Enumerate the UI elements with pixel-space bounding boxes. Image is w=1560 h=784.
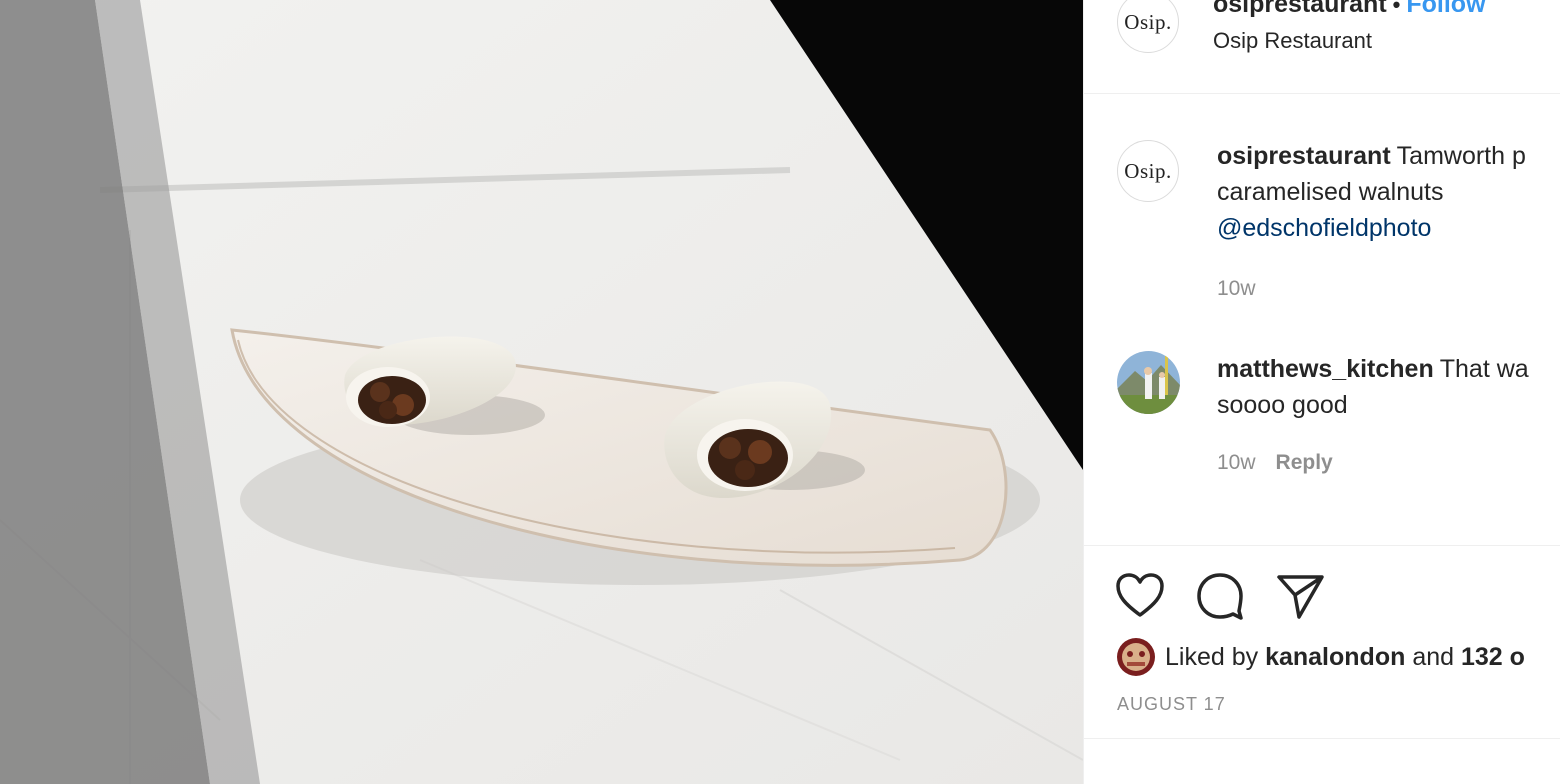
caption-line1: Tamworth p [1396,142,1526,170]
caption-avatar[interactable]: Osip. [1117,140,1179,202]
comment-meta: 10w Reply [1217,451,1333,475]
location-link[interactable]: Osip Restaurant [1213,28,1372,54]
comment-text: matthews_kitchen That wa soooo good [1217,351,1529,423]
header-username-row: osiprestaurant • Follow [1213,0,1486,19]
liker-avatar-image [1117,638,1155,676]
header-username[interactable]: osiprestaurant [1213,0,1387,18]
commenter-avatar[interactable] [1117,351,1180,414]
comment-icon[interactable] [1195,571,1245,621]
separator-dot: • [1392,0,1401,17]
comments-section: Osip. osiprestaurant Tamworth p caramelis… [1084,93,1560,546]
follow-button[interactable]: Follow [1406,0,1485,18]
liked-by-and: and [1412,642,1455,671]
caption-mention-link[interactable]: @edschofieldphoto [1217,210,1526,246]
commenter-avatar-image [1117,351,1180,414]
liker-avatar[interactable] [1117,638,1155,676]
caption-timestamp[interactable]: 10w [1217,277,1256,301]
caption-line2: caramelised walnuts [1217,178,1444,206]
liked-by-user[interactable]: kanalondon [1265,643,1405,672]
likes-summary: Liked by kanalondon and 132 o [1117,638,1525,676]
comment-timestamp[interactable]: 10w [1217,451,1256,474]
comment-line1: That wa [1439,355,1529,383]
post-date[interactable]: AUGUST 17 [1117,694,1226,715]
likes-count[interactable]: 132 o [1461,643,1525,672]
comment-line2: soooo good [1217,391,1348,419]
post-actions: Liked by kanalondon and 132 o AUGUST 17 [1084,546,1560,739]
commenter-username[interactable]: matthews_kitchen [1217,355,1434,383]
share-icon[interactable] [1275,571,1325,621]
profile-avatar[interactable]: Osip. [1117,0,1179,53]
post-side-panel: Osip. osiprestaurant • Follow Osip Restaur… [1083,0,1560,784]
caption-username[interactable]: osiprestaurant [1217,142,1391,170]
food-photo-image [0,0,1083,784]
heart-icon[interactable] [1115,571,1165,621]
post-photo[interactable] [0,0,1083,784]
reply-button[interactable]: Reply [1276,451,1333,474]
liked-by-prefix: Liked by [1165,642,1259,671]
post-header: Osip. osiprestaurant • Follow Osip Restaur… [1084,0,1560,94]
caption-text: osiprestaurant Tamworth p caramelised wal… [1217,138,1526,246]
